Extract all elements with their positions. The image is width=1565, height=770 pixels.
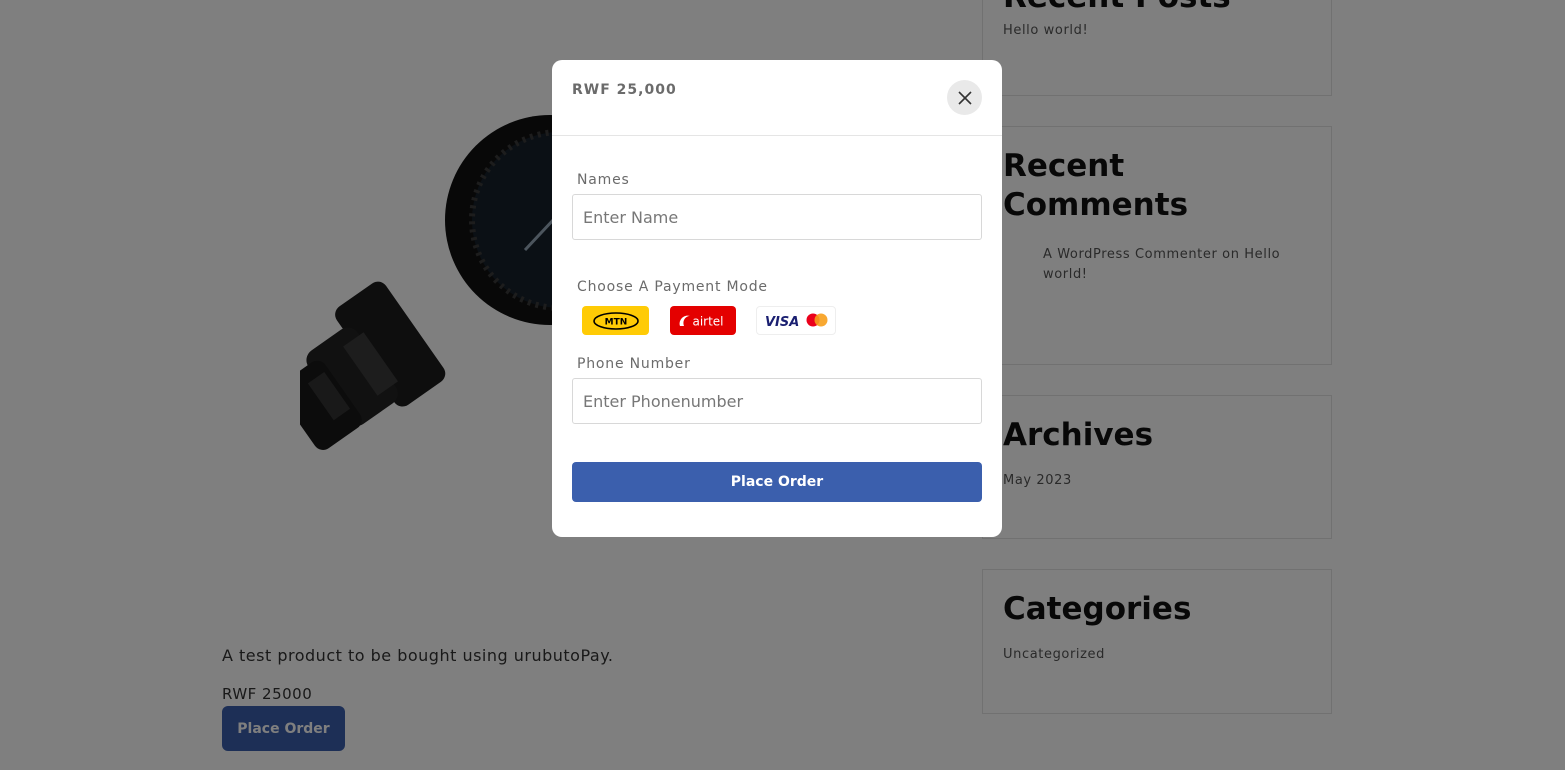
payment-option-card[interactable]: VISA	[756, 306, 836, 335]
names-label: Names	[577, 172, 630, 188]
airtel-label: airtel	[692, 314, 723, 328]
visa-mastercard-icon: VISA	[765, 313, 828, 330]
payment-option-mtn[interactable]: MTN	[582, 306, 649, 335]
close-button[interactable]	[947, 80, 982, 115]
mtn-label: MTN	[604, 317, 627, 327]
modal-place-order-button[interactable]: Place Order	[572, 462, 982, 502]
payment-modal: RWF 25,000 Names Choose A Payment Mode M…	[552, 60, 1002, 537]
modal-header: RWF 25,000	[552, 60, 1002, 136]
payment-mode-label: Choose A Payment Mode	[577, 279, 768, 295]
close-icon	[957, 90, 972, 105]
name-input[interactable]	[572, 194, 982, 240]
phone-number-input[interactable]	[572, 378, 982, 424]
visa-label: VISA	[765, 315, 799, 330]
mtn-logo-icon: MTN	[592, 311, 639, 330]
payment-option-airtel[interactable]: airtel	[670, 306, 736, 335]
airtel-logo-icon: airtel	[679, 314, 724, 328]
order-amount: RWF 25,000	[572, 82, 677, 98]
phone-number-label: Phone Number	[577, 356, 691, 372]
